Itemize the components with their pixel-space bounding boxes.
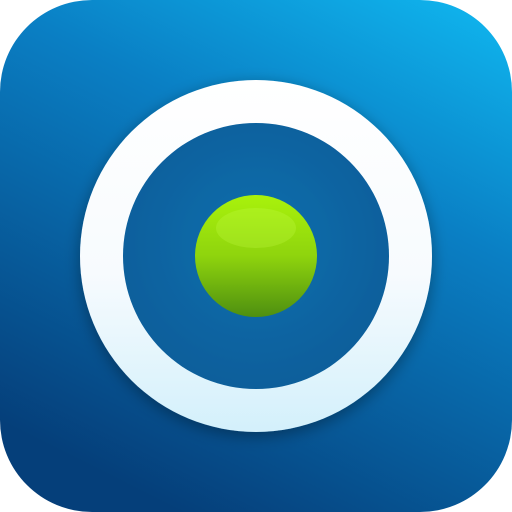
app-icon[interactable] — [0, 0, 512, 512]
center-dot-icon — [195, 195, 317, 317]
dot-highlight — [216, 208, 296, 248]
